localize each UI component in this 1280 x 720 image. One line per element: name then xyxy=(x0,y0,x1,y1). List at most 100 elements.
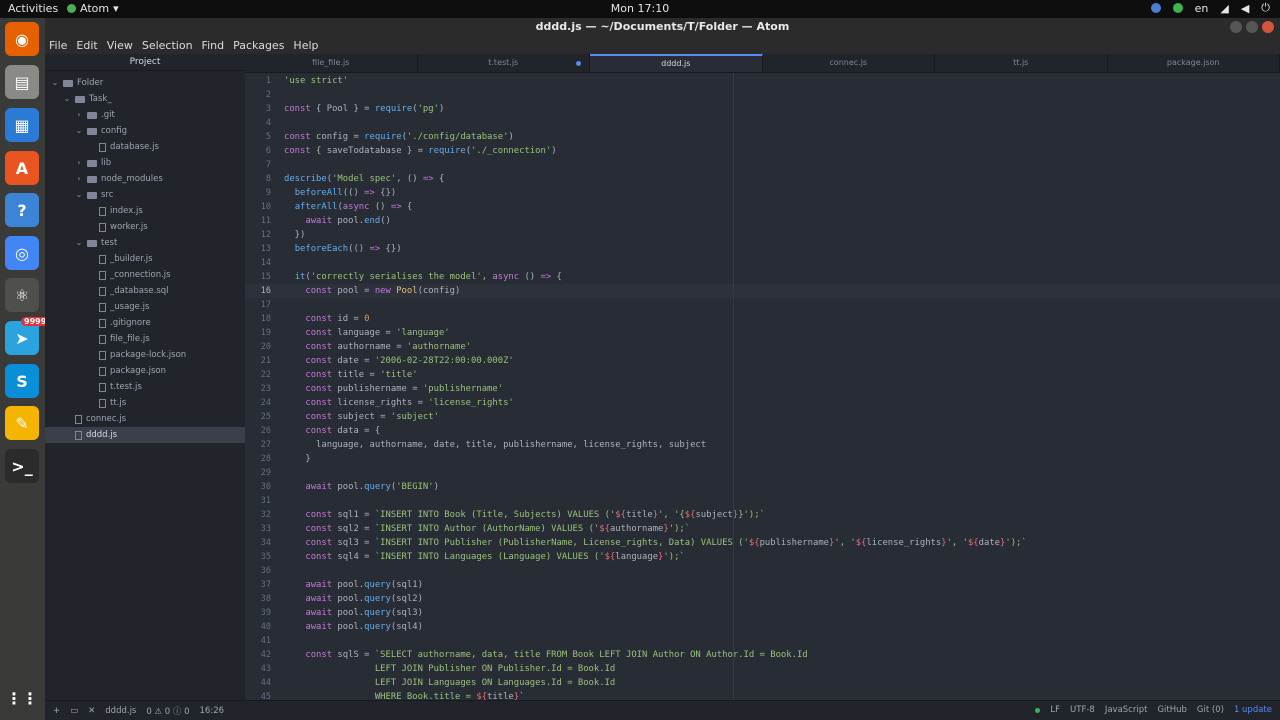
line-number[interactable]: 39 xyxy=(245,606,271,620)
line-number[interactable]: 42 xyxy=(245,648,271,662)
menu-packages[interactable]: Packages xyxy=(233,39,284,52)
code-line[interactable]: it('correctly serialises the model', asy… xyxy=(284,270,562,284)
tree-folder-git[interactable]: › .git xyxy=(75,107,114,123)
code-line[interactable]: const sqlS = `SELECT authorname, data, t… xyxy=(284,648,807,662)
tab-file-file-js[interactable]: file_file.js xyxy=(245,54,418,72)
line-number[interactable]: 34 xyxy=(245,536,271,550)
clock[interactable]: Mon 17:10 xyxy=(0,2,1280,15)
cursor-position[interactable]: 16:26 xyxy=(200,706,225,716)
code-line[interactable]: language, authorname, date, title, publi… xyxy=(284,438,706,452)
code-line[interactable]: await pool.query(sql4) xyxy=(284,620,423,634)
code-line[interactable]: } xyxy=(284,452,310,466)
code-line[interactable]: const pool = new Pool(config) xyxy=(284,284,460,298)
menu-find[interactable]: Find xyxy=(202,39,225,52)
power-icon[interactable]: ⏻ xyxy=(1261,1,1270,15)
terminal-icon[interactable]: >_ xyxy=(5,449,39,483)
line-number[interactable]: 5 xyxy=(245,130,271,144)
code-line[interactable]: await pool.query(sql1) xyxy=(284,578,423,592)
apps-grid-icon[interactable]: ⋮⋮ xyxy=(5,681,39,715)
atom-icon[interactable]: ⚛ xyxy=(5,278,39,312)
git-button[interactable]: Git (0) xyxy=(1197,705,1224,715)
code-line[interactable]: }) xyxy=(284,228,306,242)
tab-dddd-js[interactable]: dddd.js xyxy=(590,54,763,72)
line-number[interactable]: 18 xyxy=(245,312,271,326)
tree-file-tt-js[interactable]: tt.js xyxy=(87,395,126,411)
tab-tt-js[interactable]: tt.js xyxy=(935,54,1108,72)
line-number[interactable]: 4 xyxy=(245,116,271,130)
line-number[interactable]: 40 xyxy=(245,620,271,634)
line-number[interactable]: 17 xyxy=(245,298,271,312)
tree-file-connec-js[interactable]: connec.js xyxy=(63,411,126,427)
code-line[interactable]: const date = '2006-02-28T22:00:00.000Z' xyxy=(284,354,513,368)
code-line[interactable]: const { saveTodatabase } = require('./_c… xyxy=(284,144,557,158)
code-line[interactable]: const subject = 'subject' xyxy=(284,410,439,424)
tree-file-file-file-js[interactable]: file_file.js xyxy=(87,331,150,347)
line-number[interactable]: 28 xyxy=(245,452,271,466)
line-number[interactable]: 24 xyxy=(245,396,271,410)
encoding[interactable]: UTF-8 xyxy=(1070,705,1095,715)
tree-file-t-test-js[interactable]: t.test.js xyxy=(87,379,142,395)
tree-file-usage-js[interactable]: _usage.js xyxy=(87,299,149,315)
diagnostics[interactable]: 0 ⚠ 0 ⓘ 0 xyxy=(146,705,189,717)
tree-file-builder-js[interactable]: _builder.js xyxy=(87,251,153,267)
status-file[interactable]: dddd.js xyxy=(105,706,136,716)
tree-file-database-sql[interactable]: _database.sql xyxy=(87,283,169,299)
menu-help[interactable]: Help xyxy=(293,39,318,52)
code-line[interactable]: const sql3 = `INSERT INTO Publisher (Pub… xyxy=(284,536,1026,550)
line-number[interactable]: 38 xyxy=(245,592,271,606)
code-line[interactable]: beforeAll(() => {}) xyxy=(284,186,397,200)
writer-icon[interactable]: ▦ xyxy=(5,108,39,142)
line-number[interactable]: 19 xyxy=(245,326,271,340)
update-button[interactable]: 1 update xyxy=(1234,705,1272,715)
language-indicator[interactable]: en xyxy=(1195,2,1209,15)
code-line[interactable]: await pool.query(sql2) xyxy=(284,592,423,606)
line-number[interactable]: 2 xyxy=(245,88,271,102)
line-number[interactable]: 31 xyxy=(245,494,271,508)
editor[interactable]: 1'use strict' 2 3 const { Pool } = require(… xyxy=(245,73,1280,700)
app-menu[interactable]: Atom ▾ xyxy=(67,2,119,15)
line-number[interactable]: 14 xyxy=(245,256,271,270)
line-number[interactable]: 36 xyxy=(245,564,271,578)
notification-icon[interactable] xyxy=(1150,3,1161,13)
volume-icon[interactable]: ◀ xyxy=(1241,2,1249,15)
line-number[interactable]: 1 xyxy=(245,74,271,88)
line-number[interactable]: 10 xyxy=(245,200,271,214)
line-number[interactable]: 22 xyxy=(245,368,271,382)
code-line[interactable]: const sql4 = `INSERT INTO Languages (Lan… xyxy=(284,550,684,564)
skype-icon[interactable]: S xyxy=(5,364,39,398)
line-number[interactable]: 12 xyxy=(245,228,271,242)
close-icon[interactable]: ✕ xyxy=(88,706,95,716)
line-number[interactable]: 11 xyxy=(245,214,271,228)
software-icon[interactable]: A xyxy=(5,151,39,185)
telegram-icon[interactable]: ➤ 9999 xyxy=(5,317,50,355)
tree-folder-task[interactable]: ⌄ Task_ xyxy=(63,91,112,107)
tree-file-database-js[interactable]: database.js xyxy=(87,139,159,155)
tab-package-json[interactable]: package.json xyxy=(1108,54,1280,72)
code-line[interactable]: const title = 'title' xyxy=(284,368,417,382)
line-number[interactable]: 15 xyxy=(245,270,271,284)
tree-folder-test[interactable]: ⌄ test xyxy=(75,235,118,251)
activities-button[interactable]: Activities xyxy=(8,2,58,15)
line-number[interactable]: 33 xyxy=(245,522,271,536)
tab-connec-js[interactable]: connec.js xyxy=(763,54,935,72)
code-line[interactable]: await pool.query(sql3) xyxy=(284,606,423,620)
code-line[interactable]: await pool.query('BEGIN') xyxy=(284,480,439,494)
tree-folder-src[interactable]: ⌄ src xyxy=(75,187,114,203)
line-number[interactable]: 27 xyxy=(245,438,271,452)
code-line[interactable]: const sql1 = `INSERT INTO Book (Title, S… xyxy=(284,508,765,522)
menu-selection[interactable]: Selection xyxy=(142,39,193,52)
tree-file-package-lock-json[interactable]: package-lock.json xyxy=(87,347,186,363)
line-number[interactable]: 13 xyxy=(245,242,271,256)
line-number[interactable]: 8 xyxy=(245,172,271,186)
line-number[interactable]: 9 xyxy=(245,186,271,200)
help-icon[interactable]: ? xyxy=(5,193,39,227)
code-line[interactable]: 'use strict' xyxy=(284,74,348,88)
files-icon[interactable]: ▤ xyxy=(5,65,39,99)
close-button[interactable] xyxy=(1262,21,1274,33)
menu-view[interactable]: View xyxy=(107,39,133,52)
tree-file-index-js[interactable]: index.js xyxy=(87,203,143,219)
tree-folder-lib[interactable]: › lib xyxy=(75,155,111,171)
code-line[interactable]: describe('Model spec', () => { xyxy=(284,172,444,186)
add-icon[interactable]: + xyxy=(53,706,60,716)
chrome-icon[interactable]: ◎ xyxy=(5,236,39,270)
